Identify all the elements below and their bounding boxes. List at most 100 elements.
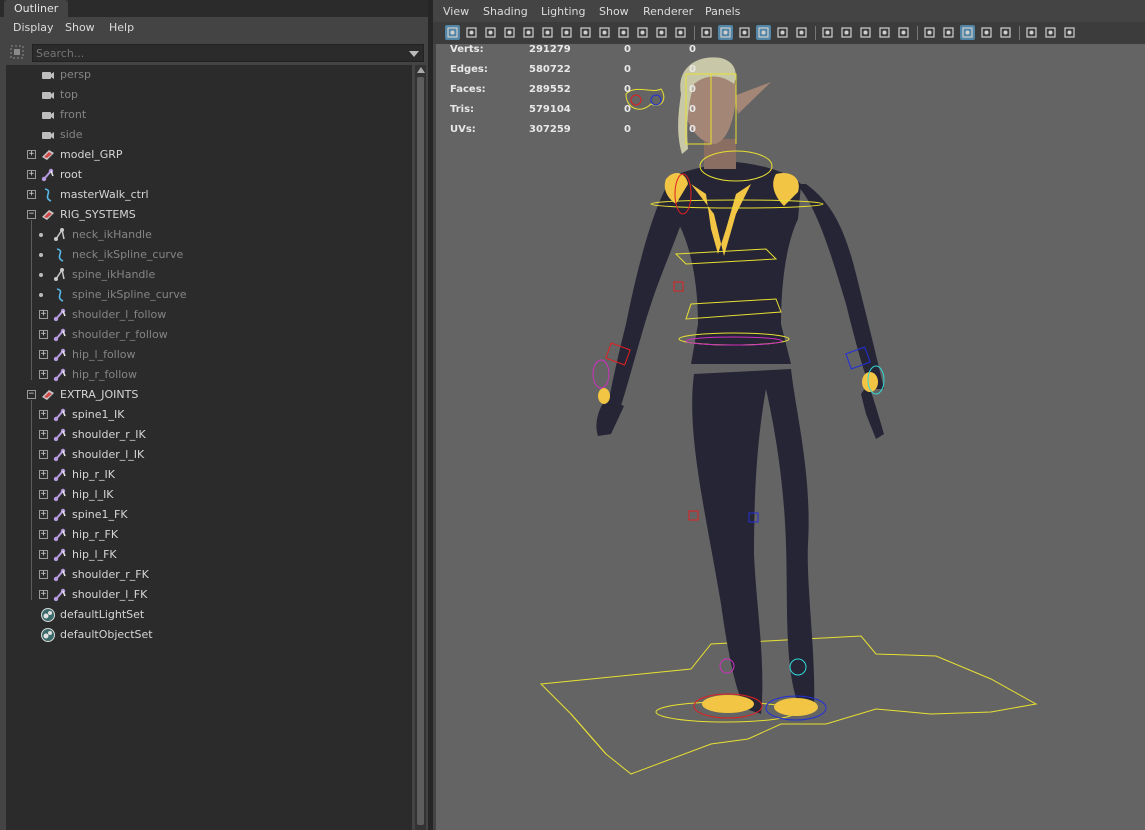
scrollbar-thumb[interactable] (417, 77, 424, 825)
tab-outliner[interactable]: Outliner (4, 0, 69, 17)
outliner-item[interactable]: + model_GRP (6, 145, 412, 165)
xray-icon[interactable] (922, 25, 937, 40)
xray-joints-icon[interactable] (941, 25, 956, 40)
expand-icon[interactable]: + (39, 310, 48, 319)
depth-of-field-icon[interactable] (877, 25, 892, 40)
expand-icon[interactable]: + (39, 370, 48, 379)
menu-show[interactable]: Show (65, 17, 95, 39)
smooth-shade-icon[interactable] (718, 25, 733, 40)
menu-display[interactable]: Display (13, 17, 54, 39)
expand-icon[interactable]: + (27, 170, 36, 179)
menu-help[interactable]: Help (109, 17, 134, 39)
outliner-item-label: EXTRA_JOINTS (60, 388, 139, 401)
expand-icon[interactable]: + (39, 490, 48, 499)
outliner-item[interactable]: + shoulder_l_FK (6, 585, 412, 605)
expand-icon[interactable]: + (39, 530, 48, 539)
outliner-item[interactable]: persp (6, 65, 412, 85)
expand-icon[interactable]: + (39, 510, 48, 519)
menu-shading[interactable]: Shading (483, 2, 528, 22)
camera-attributes-icon[interactable] (464, 25, 479, 40)
expand-icon[interactable]: + (39, 350, 48, 359)
outliner-item[interactable]: + hip_l_IK (6, 485, 412, 505)
outliner-item[interactable]: spine_ikHandle (6, 265, 412, 285)
outliner-item[interactable]: neck_ikSpline_curve (6, 245, 412, 265)
expand-icon[interactable]: + (39, 450, 48, 459)
outliner-item[interactable]: neck_ikHandle (6, 225, 412, 245)
resolution-gate-icon[interactable] (597, 25, 612, 40)
image-plane-icon[interactable] (502, 25, 517, 40)
isolate-select-icon[interactable] (896, 25, 911, 40)
outliner-item[interactable]: + shoulder_l_follow (6, 305, 412, 325)
outliner-item[interactable]: + hip_l_follow (6, 345, 412, 365)
film-gate-icon[interactable] (578, 25, 593, 40)
outliner-item[interactable]: defaultObjectSet (6, 625, 412, 645)
menu-lighting[interactable]: Lighting (541, 2, 585, 22)
hud-value: 0 (689, 44, 696, 55)
collapse-icon[interactable]: − (27, 210, 36, 219)
outliner-item[interactable]: spine_ikSpline_curve (6, 285, 412, 305)
filter-icon[interactable] (10, 45, 24, 59)
expand-icon[interactable]: + (27, 150, 36, 159)
expand-icon[interactable]: + (39, 550, 48, 559)
outliner-item[interactable]: + shoulder_r_FK (6, 565, 412, 585)
outliner-item[interactable]: defaultLightSet (6, 605, 412, 625)
outliner-item[interactable]: + shoulder_r_follow (6, 325, 412, 345)
outliner-item[interactable]: + spine1_FK (6, 505, 412, 525)
outliner-item[interactable]: + hip_r_follow (6, 365, 412, 385)
textured-icon[interactable] (756, 25, 771, 40)
2d-pan-zoom-icon[interactable] (540, 25, 555, 40)
wireframe-icon[interactable] (699, 25, 714, 40)
3d-viewport[interactable]: Verts: 291279 0 0 Edges: 580722 0 0 Faces: 289552… (436, 44, 1145, 830)
outliner-item[interactable]: side (6, 125, 412, 145)
expand-icon[interactable]: + (39, 590, 48, 599)
expand-icon[interactable]: + (39, 430, 48, 439)
expand-icon[interactable]: + (27, 190, 36, 199)
search-dropdown-icon[interactable] (409, 51, 419, 57)
outliner-scrollbar[interactable] (415, 65, 426, 830)
safe-title-icon[interactable] (673, 25, 688, 40)
outliner-item[interactable]: + shoulder_r_IK (6, 425, 412, 445)
expand-icon[interactable]: + (39, 570, 48, 579)
outliner-item[interactable]: + spine1_IK (6, 405, 412, 425)
outliner-item[interactable]: front (6, 105, 412, 125)
panel-layout-icon[interactable] (1024, 25, 1039, 40)
field-chart-icon[interactable] (635, 25, 650, 40)
anti-alias-icon[interactable] (858, 25, 873, 40)
expand-icon[interactable]: + (39, 410, 48, 419)
xray-active-icon[interactable] (960, 25, 975, 40)
bookmark-icon[interactable] (483, 25, 498, 40)
grease-pencil-icon[interactable] (521, 25, 536, 40)
collapse-icon[interactable]: − (27, 390, 36, 399)
outliner-item-label: hip_l_IK (72, 488, 114, 501)
outliner-item[interactable]: + root (6, 165, 412, 185)
menu-show-viewport[interactable]: Show (599, 2, 629, 22)
outliner-item[interactable]: + masterWalk_ctrl (6, 185, 412, 205)
menu-renderer[interactable]: Renderer (643, 2, 693, 22)
shadows-icon[interactable] (794, 25, 809, 40)
menu-view[interactable]: View (443, 2, 469, 22)
outliner-item[interactable]: − EXTRA_JOINTS (6, 385, 412, 405)
expand-icon[interactable]: + (39, 330, 48, 339)
gate-mask-icon[interactable] (616, 25, 631, 40)
use-lights-icon[interactable] (775, 25, 790, 40)
single-pane-icon[interactable] (1043, 25, 1058, 40)
wireframe-on-shaded-icon[interactable] (737, 25, 752, 40)
expand-icon[interactable]: + (39, 470, 48, 479)
lock-camera-icon[interactable] (559, 25, 574, 40)
outliner-item[interactable]: + hip_l_FK (6, 545, 412, 565)
outliner-item[interactable]: + hip_r_IK (6, 465, 412, 485)
motion-blur-icon[interactable] (839, 25, 854, 40)
menu-panels[interactable]: Panels (705, 2, 740, 22)
outliner-item[interactable]: − RIG_SYSTEMS (6, 205, 412, 225)
four-pane-icon[interactable] (1062, 25, 1077, 40)
safe-action-icon[interactable] (654, 25, 669, 40)
display-gamma-icon[interactable] (998, 25, 1013, 40)
outliner-item[interactable]: + shoulder_l_IK (6, 445, 412, 465)
outliner-item[interactable]: + hip_r_FK (6, 525, 412, 545)
outliner-item[interactable]: top (6, 85, 412, 105)
search-input[interactable] (33, 45, 396, 61)
ambient-occlusion-icon[interactable] (820, 25, 835, 40)
select-camera-icon[interactable] (445, 25, 460, 40)
scroll-up-arrow-icon[interactable] (417, 67, 425, 73)
grid-icon[interactable] (979, 25, 994, 40)
